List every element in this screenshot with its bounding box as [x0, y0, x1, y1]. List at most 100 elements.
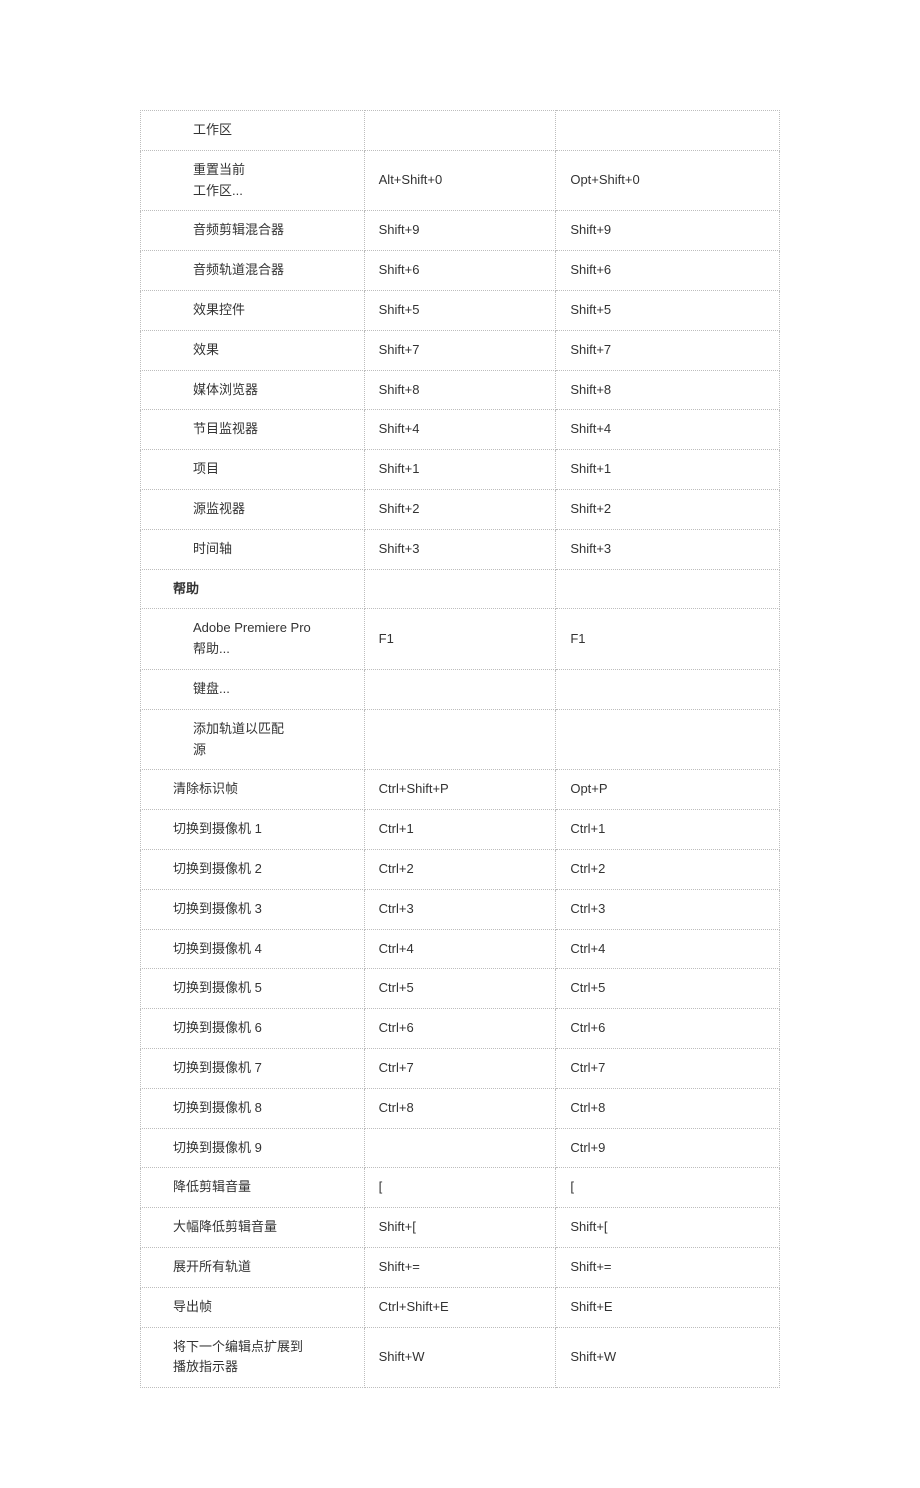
- table-row: Adobe Premiere Pro 帮助...F1F1: [141, 609, 780, 670]
- shortcut-mac: Opt+Shift+0: [556, 150, 780, 211]
- shortcut-mac: Shift+3: [556, 529, 780, 569]
- shortcut-windows: Alt+Shift+0: [364, 150, 556, 211]
- command-label: 切换到摄像机 4: [141, 929, 365, 969]
- shortcut-windows: Shift+3: [364, 529, 556, 569]
- command-label: 音频剪辑混合器: [141, 211, 365, 251]
- command-label: 音频轨道混合器: [141, 251, 365, 291]
- shortcut-windows: Ctrl+Shift+P: [364, 770, 556, 810]
- command-label: Adobe Premiere Pro 帮助...: [141, 609, 365, 670]
- table-row: 媒体浏览器Shift+8Shift+8: [141, 370, 780, 410]
- shortcut-mac: Shift+E: [556, 1287, 780, 1327]
- shortcut-windows: Ctrl+2: [364, 849, 556, 889]
- command-label: 切换到摄像机 3: [141, 889, 365, 929]
- command-label: 键盘...: [141, 669, 365, 709]
- command-label: 降低剪辑音量: [141, 1168, 365, 1208]
- command-label: 源监视器: [141, 489, 365, 529]
- shortcut-windows: [364, 709, 556, 770]
- shortcut-windows: Shift+2: [364, 489, 556, 529]
- command-label: 项目: [141, 450, 365, 490]
- table-row: 切换到摄像机 1Ctrl+1Ctrl+1: [141, 810, 780, 850]
- shortcut-mac: Shift+8: [556, 370, 780, 410]
- table-row: 键盘...: [141, 669, 780, 709]
- shortcut-windows: [: [364, 1168, 556, 1208]
- table-row: 帮助: [141, 569, 780, 609]
- shortcut-windows: Ctrl+6: [364, 1009, 556, 1049]
- command-label: 大幅降低剪辑音量: [141, 1208, 365, 1248]
- shortcut-windows: Shift+9: [364, 211, 556, 251]
- shortcut-mac: [556, 669, 780, 709]
- table-row: 将下一个编辑点扩展到 播放指示器Shift+WShift+W: [141, 1327, 780, 1388]
- table-row: 切换到摄像机 8Ctrl+8Ctrl+8: [141, 1088, 780, 1128]
- command-label: 效果: [141, 330, 365, 370]
- shortcut-mac: Shift+2: [556, 489, 780, 529]
- command-label: 切换到摄像机 5: [141, 969, 365, 1009]
- table-row: 项目Shift+1Shift+1: [141, 450, 780, 490]
- table-row: 重置当前 工作区...Alt+Shift+0Opt+Shift+0: [141, 150, 780, 211]
- shortcut-windows: Shift+7: [364, 330, 556, 370]
- table-row: 音频剪辑混合器Shift+9Shift+9: [141, 211, 780, 251]
- shortcut-windows: Ctrl+Shift+E: [364, 1287, 556, 1327]
- shortcut-windows: Shift+[: [364, 1208, 556, 1248]
- table-row: 切换到摄像机 2Ctrl+2Ctrl+2: [141, 849, 780, 889]
- shortcut-windows: Shift+=: [364, 1247, 556, 1287]
- shortcut-windows: Ctrl+3: [364, 889, 556, 929]
- command-label: 切换到摄像机 7: [141, 1048, 365, 1088]
- shortcut-mac: Shift+5: [556, 290, 780, 330]
- command-label: 切换到摄像机 2: [141, 849, 365, 889]
- table-row: 切换到摄像机 9Ctrl+9: [141, 1128, 780, 1168]
- table-row: 切换到摄像机 5Ctrl+5Ctrl+5: [141, 969, 780, 1009]
- command-label: 工作区: [141, 111, 365, 151]
- table-row: 降低剪辑音量[[: [141, 1168, 780, 1208]
- shortcut-windows: Shift+4: [364, 410, 556, 450]
- table-row: 效果Shift+7Shift+7: [141, 330, 780, 370]
- table-row: 清除标识帧Ctrl+Shift+POpt+P: [141, 770, 780, 810]
- shortcut-windows: Ctrl+7: [364, 1048, 556, 1088]
- shortcut-mac: Ctrl+8: [556, 1088, 780, 1128]
- shortcut-mac: Opt+P: [556, 770, 780, 810]
- command-label: 帮助: [141, 569, 365, 609]
- shortcut-mac: Ctrl+6: [556, 1009, 780, 1049]
- shortcut-mac: Shift+[: [556, 1208, 780, 1248]
- shortcut-windows: Ctrl+1: [364, 810, 556, 850]
- command-label: 添加轨道以匹配 源: [141, 709, 365, 770]
- table-row: 导出帧Ctrl+Shift+EShift+E: [141, 1287, 780, 1327]
- shortcut-mac: Ctrl+4: [556, 929, 780, 969]
- shortcut-windows: Shift+1: [364, 450, 556, 490]
- shortcut-mac: Shift+7: [556, 330, 780, 370]
- table-row: 效果控件Shift+5Shift+5: [141, 290, 780, 330]
- table-row: 添加轨道以匹配 源: [141, 709, 780, 770]
- shortcut-windows: [364, 669, 556, 709]
- shortcut-windows: Ctrl+5: [364, 969, 556, 1009]
- shortcut-windows: [364, 111, 556, 151]
- shortcut-windows: Shift+W: [364, 1327, 556, 1388]
- shortcut-mac: F1: [556, 609, 780, 670]
- table-row: 切换到摄像机 4Ctrl+4Ctrl+4: [141, 929, 780, 969]
- table-row: 切换到摄像机 6Ctrl+6Ctrl+6: [141, 1009, 780, 1049]
- shortcut-mac: [556, 709, 780, 770]
- shortcut-mac: Ctrl+3: [556, 889, 780, 929]
- table-row: 工作区: [141, 111, 780, 151]
- shortcut-windows: F1: [364, 609, 556, 670]
- shortcut-mac: Ctrl+9: [556, 1128, 780, 1168]
- command-label: 切换到摄像机 6: [141, 1009, 365, 1049]
- command-label: 媒体浏览器: [141, 370, 365, 410]
- shortcut-mac: Ctrl+1: [556, 810, 780, 850]
- command-label: 导出帧: [141, 1287, 365, 1327]
- command-label: 效果控件: [141, 290, 365, 330]
- command-label: 切换到摄像机 1: [141, 810, 365, 850]
- command-label: 节目监视器: [141, 410, 365, 450]
- shortcut-mac: Shift+4: [556, 410, 780, 450]
- shortcut-mac: [556, 569, 780, 609]
- shortcut-windows: [364, 569, 556, 609]
- shortcut-mac: Ctrl+7: [556, 1048, 780, 1088]
- command-label: 清除标识帧: [141, 770, 365, 810]
- shortcut-windows: Shift+8: [364, 370, 556, 410]
- shortcut-mac: Shift+W: [556, 1327, 780, 1388]
- command-label: 重置当前 工作区...: [141, 150, 365, 211]
- shortcut-mac: Ctrl+2: [556, 849, 780, 889]
- table-row: 节目监视器Shift+4Shift+4: [141, 410, 780, 450]
- shortcut-mac: Shift+6: [556, 251, 780, 291]
- command-label: 展开所有轨道: [141, 1247, 365, 1287]
- table-row: 源监视器Shift+2Shift+2: [141, 489, 780, 529]
- shortcut-mac: [556, 111, 780, 151]
